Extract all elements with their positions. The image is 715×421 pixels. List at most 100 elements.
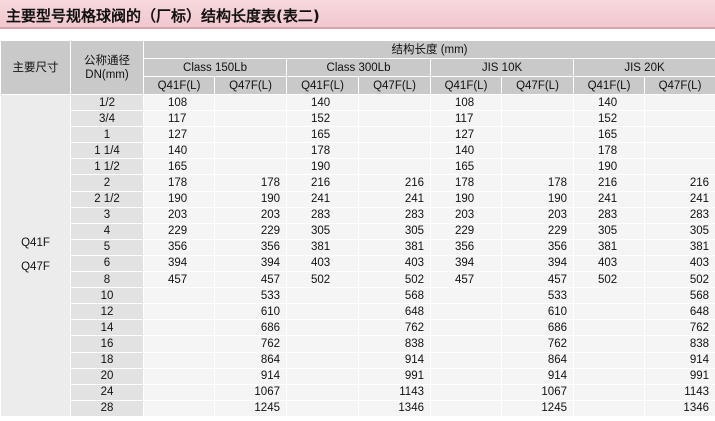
value-cell: 914: [501, 367, 574, 385]
value-cell: 1346: [358, 399, 431, 417]
value-cell: 838: [643, 335, 715, 353]
header-row-1: 主要尺寸 公称通径 DN(mm) 结构长度 (mm): [0, 40, 715, 95]
dn-cell: 5: [70, 238, 144, 256]
main-size-header: 主要尺寸: [0, 40, 71, 95]
value-cell: 356: [143, 238, 215, 256]
value-cell: 241: [286, 190, 359, 208]
dn-cell: 18: [70, 351, 144, 369]
value-cell: 394: [143, 254, 215, 273]
value-cell: [643, 142, 715, 160]
value-cell: [573, 383, 645, 401]
value-cell: [286, 367, 359, 385]
value-cell: [430, 319, 502, 337]
dn-cell: 10: [70, 287, 144, 305]
value-cell: [430, 335, 502, 353]
value-cell: 229: [214, 222, 287, 240]
value-cell: [286, 399, 359, 417]
value-cell: [143, 287, 215, 305]
value-cell: [214, 158, 287, 176]
table-row: 28 1245 1346 1245 1346: [1, 399, 715, 417]
dn-cell: 1 1/4: [70, 142, 144, 160]
value-cell: [573, 335, 645, 353]
value-cell: 117: [430, 110, 502, 128]
length-table: 主要尺寸 公称通径 DN(mm) 结构长度 (mm) Class 150Lb C…: [0, 40, 715, 417]
table-row: 2 178 178 216 216 178 178 216 216: [1, 174, 715, 192]
value-cell: 127: [430, 126, 502, 144]
group-header: Class 300Lb: [286, 58, 431, 77]
value-cell: 140: [573, 93, 645, 112]
value-cell: [501, 110, 574, 128]
value-cell: 762: [643, 319, 715, 337]
table-row: 18 864 914 864 914: [1, 351, 715, 369]
value-cell: 165: [286, 126, 359, 144]
value-cell: 457: [501, 271, 574, 289]
value-cell: 108: [143, 93, 215, 112]
dn-header: 公称通径 DN(mm): [70, 40, 144, 95]
value-cell: 178: [430, 174, 502, 192]
value-cell: [643, 126, 715, 144]
struct-length-header: 结构长度 (mm): [142, 40, 715, 59]
value-cell: [430, 303, 502, 321]
value-cell: [143, 351, 215, 369]
value-cell: [430, 351, 502, 369]
value-cell: 190: [501, 190, 574, 208]
value-cell: 568: [643, 287, 715, 305]
model-subheader: Q47F(L): [358, 76, 431, 95]
group-header: Class 150Lb: [143, 58, 287, 77]
value-cell: 165: [430, 158, 502, 176]
value-cell: 762: [214, 335, 287, 353]
spec-cell: Q41F Q47F: [0, 94, 71, 417]
model-subheader: Q41F(L): [143, 76, 215, 95]
value-cell: 165: [573, 126, 645, 144]
value-cell: 229: [501, 222, 574, 240]
value-cell: 178: [143, 174, 215, 192]
value-cell: 864: [214, 351, 287, 369]
value-cell: 533: [501, 287, 574, 305]
table-row: 1 1/2 165 190 165 190: [1, 158, 715, 176]
value-cell: [143, 367, 215, 385]
value-cell: 1245: [501, 399, 574, 417]
value-cell: 610: [214, 303, 287, 321]
value-cell: 305: [358, 222, 431, 240]
value-cell: 140: [286, 93, 359, 112]
dn-cell: 2 1/2: [70, 190, 144, 208]
value-cell: 1245: [214, 399, 287, 417]
value-cell: 762: [501, 335, 574, 353]
value-cell: 394: [501, 254, 574, 273]
value-cell: [643, 93, 715, 112]
value-cell: 381: [358, 238, 431, 256]
dn-cell: 8: [70, 271, 144, 289]
value-cell: 1143: [358, 383, 431, 401]
value-cell: 165: [143, 158, 215, 176]
value-cell: [430, 287, 502, 305]
value-cell: 356: [214, 238, 287, 256]
value-cell: 152: [573, 110, 645, 128]
value-cell: [214, 93, 287, 112]
table-row: 14 686 762 686 762: [1, 319, 715, 337]
table-row: 3/4 117 152 117 152: [1, 110, 715, 128]
value-cell: 457: [430, 271, 502, 289]
value-cell: 914: [358, 351, 431, 369]
length-table-wrap: 主要尺寸 公称通径 DN(mm) 结构长度 (mm) Class 150Lb C…: [0, 40, 715, 417]
value-cell: 533: [214, 287, 287, 305]
value-cell: [143, 399, 215, 417]
dn-header-line2: DN(mm): [85, 68, 129, 81]
value-cell: [573, 399, 645, 417]
value-cell: 203: [430, 206, 502, 224]
value-cell: [643, 110, 715, 128]
value-cell: [501, 93, 574, 112]
value-cell: 1067: [501, 383, 574, 401]
value-cell: 610: [501, 303, 574, 321]
value-cell: 203: [501, 206, 574, 224]
value-cell: 117: [143, 110, 215, 128]
value-cell: 991: [643, 367, 715, 385]
value-cell: [214, 142, 287, 160]
page-title: 主要型号规格球阀的（厂标）结构长度表(表二): [6, 7, 320, 25]
table-row: 24 1067 1143 1067 1143: [1, 383, 715, 401]
value-cell: [430, 383, 502, 401]
table-row: 3 203 203 283 283 203 203 283 283: [1, 206, 715, 224]
value-cell: [430, 399, 502, 417]
value-cell: 127: [143, 126, 215, 144]
value-cell: 648: [643, 303, 715, 321]
value-cell: 403: [573, 254, 645, 273]
